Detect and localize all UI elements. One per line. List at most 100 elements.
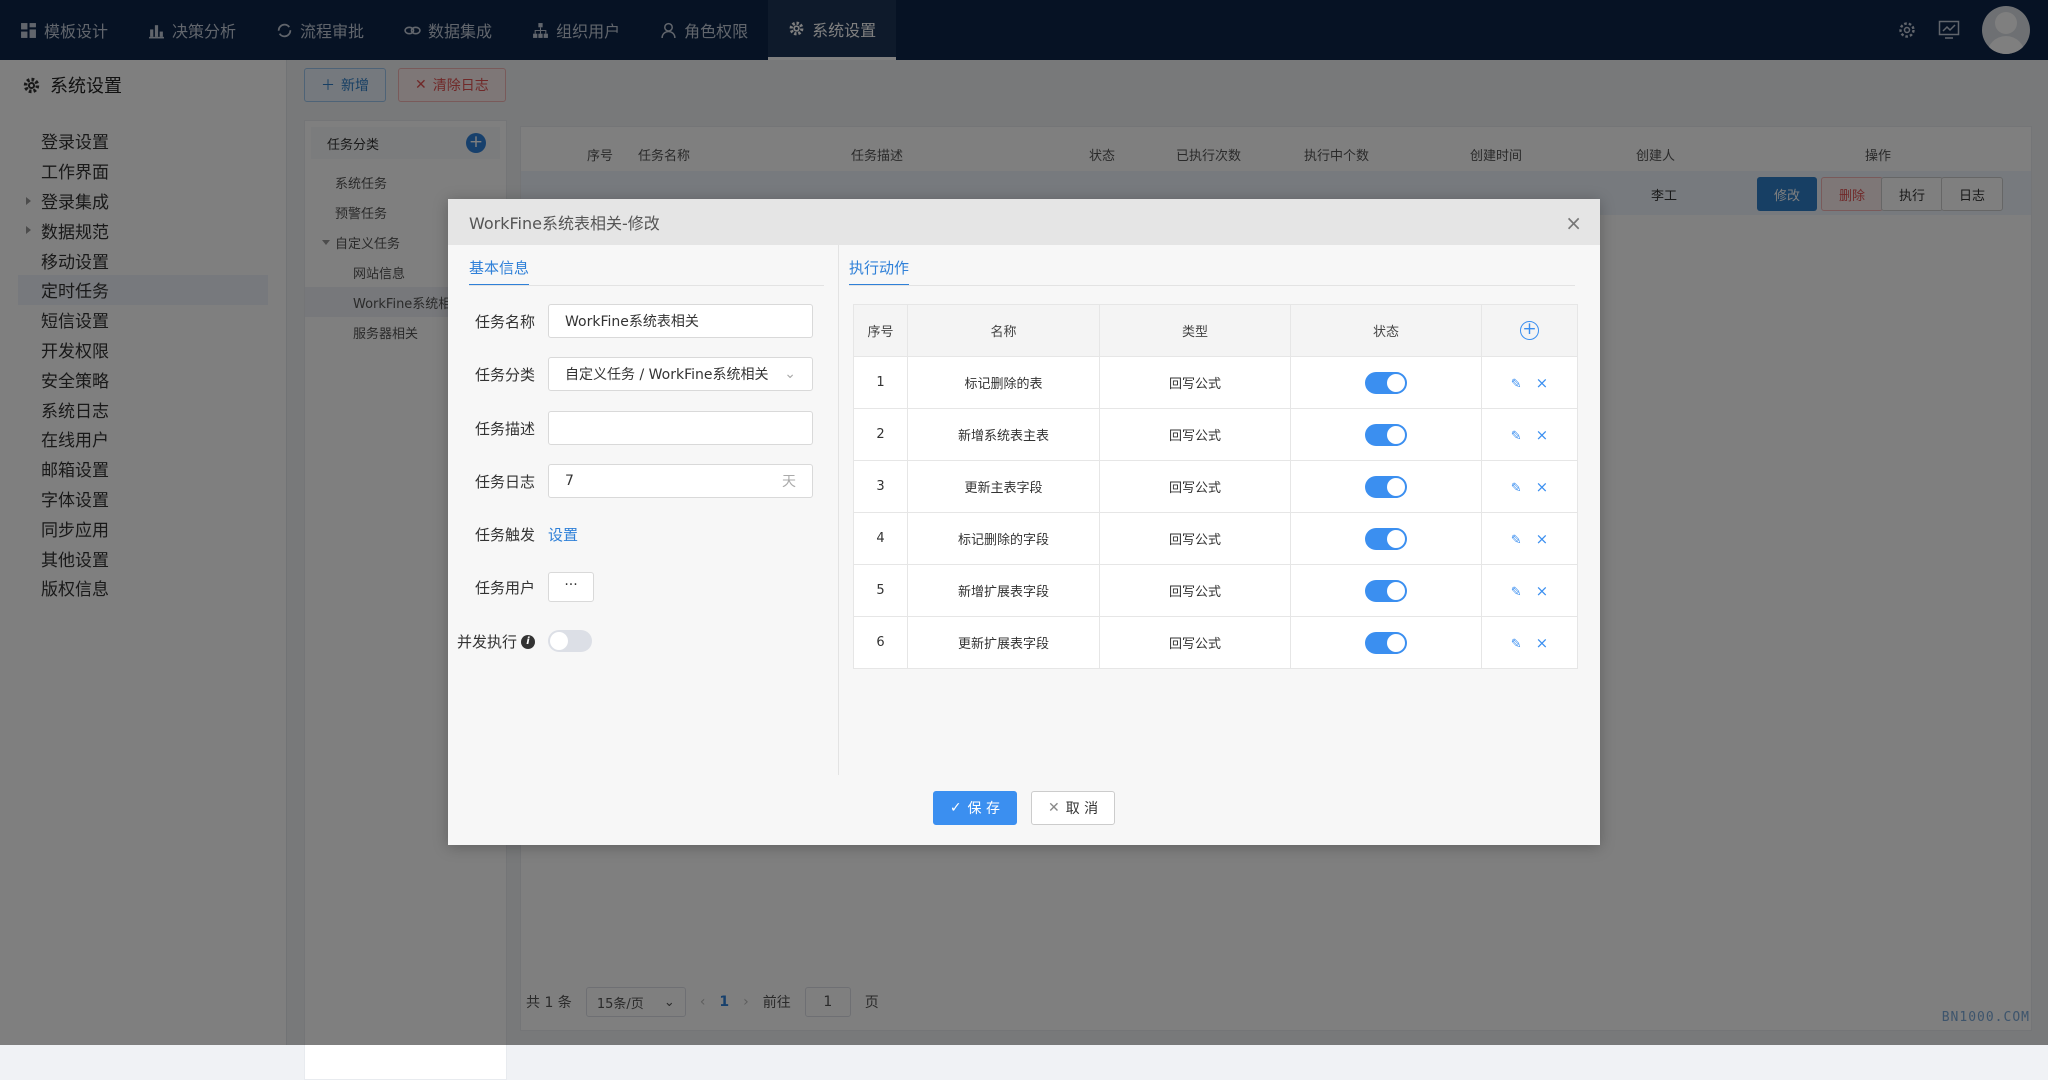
- edit-icon[interactable]: ✎: [1511, 429, 1522, 444]
- action-status-cell: [1291, 357, 1482, 409]
- action-status-cell: [1291, 565, 1482, 617]
- action-status-toggle[interactable]: [1365, 528, 1407, 550]
- action-ops-cell: ✎×: [1482, 617, 1578, 669]
- action-name: 标记删除的表: [908, 357, 1100, 409]
- add-action-icon[interactable]: +: [1520, 321, 1539, 340]
- trigger-settings-link[interactable]: 设置: [548, 524, 578, 545]
- actions-col-name: 名称: [908, 305, 1100, 357]
- edit-icon[interactable]: ✎: [1511, 377, 1522, 392]
- form-row-trigger: 任务触发 设置: [448, 517, 578, 551]
- action-type: 回写公式: [1100, 513, 1291, 565]
- concurrent-label-text: 并发执行: [457, 633, 517, 651]
- concurrent-label: 并发执行 i: [448, 631, 548, 652]
- action-status-cell: [1291, 409, 1482, 461]
- action-seq: 3: [854, 461, 908, 513]
- tab-basic-info[interactable]: 基本信息: [469, 257, 529, 286]
- actions-col-seq: 序号: [854, 305, 908, 357]
- action-status-toggle[interactable]: [1365, 632, 1407, 654]
- table-row[interactable]: 5 新增扩展表字段 回写公式 ✎×: [854, 565, 1578, 617]
- actions-col-status: 状态: [1291, 305, 1482, 357]
- delete-icon[interactable]: ×: [1536, 634, 1549, 652]
- basic-info-pane: 基本信息 任务名称 WorkFine系统表相关 任务分类 自定义任务 / Wor…: [448, 245, 838, 775]
- actions-table: 序号 名称 类型 状态 + 1 标记删除的表 回写公式 ✎× 2 新增系统表主: [853, 304, 1578, 669]
- action-ops-cell: ✎×: [1482, 357, 1578, 409]
- task-log-days-input[interactable]: 7天: [548, 464, 813, 498]
- desc-label: 任务描述: [448, 418, 548, 439]
- task-desc-input[interactable]: [548, 411, 813, 445]
- form-row-log: 任务日志 7天: [448, 464, 813, 498]
- action-seq: 2: [854, 409, 908, 461]
- delete-icon[interactable]: ×: [1536, 530, 1549, 548]
- trigger-label: 任务触发: [448, 524, 548, 545]
- actions-pane: 执行动作 序号 名称 类型 状态 + 1 标记删除的表 回写公式 ✎×: [839, 245, 1600, 775]
- name-label: 任务名称: [448, 311, 548, 332]
- action-status-cell: [1291, 617, 1482, 669]
- form-row-user: 任务用户 ···: [448, 570, 594, 604]
- action-seq: 5: [854, 565, 908, 617]
- action-status-cell: [1291, 513, 1482, 565]
- select-users-button[interactable]: ···: [548, 572, 594, 602]
- action-name: 标记删除的字段: [908, 513, 1100, 565]
- action-type: 回写公式: [1100, 565, 1291, 617]
- cancel-button[interactable]: ✕ 取 消: [1031, 791, 1115, 825]
- table-row[interactable]: 1 标记删除的表 回写公式 ✎×: [854, 357, 1578, 409]
- action-type: 回写公式: [1100, 409, 1291, 461]
- table-row[interactable]: 6 更新扩展表字段 回写公式 ✎×: [854, 617, 1578, 669]
- table-row[interactable]: 2 新增系统表主表 回写公式 ✎×: [854, 409, 1578, 461]
- user-label: 任务用户: [448, 577, 548, 598]
- check-icon: ✓: [950, 800, 962, 816]
- action-status-toggle[interactable]: [1365, 424, 1407, 446]
- action-type: 回写公式: [1100, 617, 1291, 669]
- action-status-toggle[interactable]: [1365, 580, 1407, 602]
- actions-header-row: 序号 名称 类型 状态 +: [854, 305, 1578, 357]
- action-name: 新增扩展表字段: [908, 565, 1100, 617]
- task-category-select[interactable]: 自定义任务 / WorkFine系统相关⌄: [548, 357, 813, 391]
- table-row[interactable]: 3 更新主表字段 回写公式 ✎ ×: [854, 461, 1578, 513]
- action-ops-cell: ✎×: [1482, 409, 1578, 461]
- action-name: 新增系统表主表: [908, 409, 1100, 461]
- tab-divider: [469, 285, 824, 286]
- delete-icon[interactable]: ×: [1536, 426, 1549, 444]
- delete-icon[interactable]: ×: [1536, 374, 1549, 392]
- action-ops-cell: ✎×: [1482, 513, 1578, 565]
- action-seq: 6: [854, 617, 908, 669]
- cancel-label: 取 消: [1066, 798, 1098, 818]
- delete-icon[interactable]: ×: [1536, 478, 1549, 496]
- task-category-value: 自定义任务 / WorkFine系统相关: [565, 364, 768, 384]
- concurrent-toggle[interactable]: [548, 630, 592, 652]
- close-icon: ✕: [1048, 800, 1060, 816]
- log-label: 任务日志: [448, 471, 548, 492]
- action-ops-cell: ✎×: [1482, 565, 1578, 617]
- task-name-input[interactable]: WorkFine系统表相关: [548, 304, 813, 338]
- form-row-concurrent: 并发执行 i: [448, 624, 592, 658]
- form-row-desc: 任务描述: [448, 411, 813, 445]
- action-status-toggle[interactable]: [1365, 372, 1407, 394]
- log-unit: 天: [782, 471, 796, 491]
- form-row-category: 任务分类 自定义任务 / WorkFine系统相关⌄: [448, 357, 813, 391]
- dialog-footer: ✓保 存 ✕ 取 消: [448, 791, 1600, 825]
- action-seq: 4: [854, 513, 908, 565]
- task-name-value: WorkFine系统表相关: [565, 311, 699, 331]
- edit-icon[interactable]: ✎: [1511, 481, 1522, 496]
- dialog-header: WorkFine系统表相关-修改 ×: [448, 199, 1600, 245]
- action-name: 更新扩展表字段: [908, 617, 1100, 669]
- form-row-name: 任务名称 WorkFine系统表相关: [448, 304, 813, 338]
- edit-icon[interactable]: ✎: [1511, 533, 1522, 548]
- category-label: 任务分类: [448, 364, 548, 385]
- action-seq: 1: [854, 357, 908, 409]
- task-log-value: 7: [565, 473, 574, 489]
- actions-col-ops: +: [1482, 305, 1578, 357]
- tab-actions[interactable]: 执行动作: [849, 257, 909, 286]
- edit-icon[interactable]: ✎: [1511, 585, 1522, 600]
- close-icon[interactable]: ×: [1565, 211, 1582, 235]
- edit-task-dialog: WorkFine系统表相关-修改 × 基本信息 任务名称 WorkFine系统表…: [448, 199, 1600, 845]
- edit-icon[interactable]: ✎: [1511, 637, 1522, 652]
- info-icon[interactable]: i: [521, 635, 535, 649]
- table-row[interactable]: 4 标记删除的字段 回写公式 ✎×: [854, 513, 1578, 565]
- action-status-toggle[interactable]: [1365, 476, 1407, 498]
- action-name: 更新主表字段: [908, 461, 1100, 513]
- save-button[interactable]: ✓保 存: [933, 791, 1017, 825]
- delete-icon[interactable]: ×: [1536, 582, 1549, 600]
- tab-divider: [849, 285, 1575, 286]
- action-type: 回写公式: [1100, 461, 1291, 513]
